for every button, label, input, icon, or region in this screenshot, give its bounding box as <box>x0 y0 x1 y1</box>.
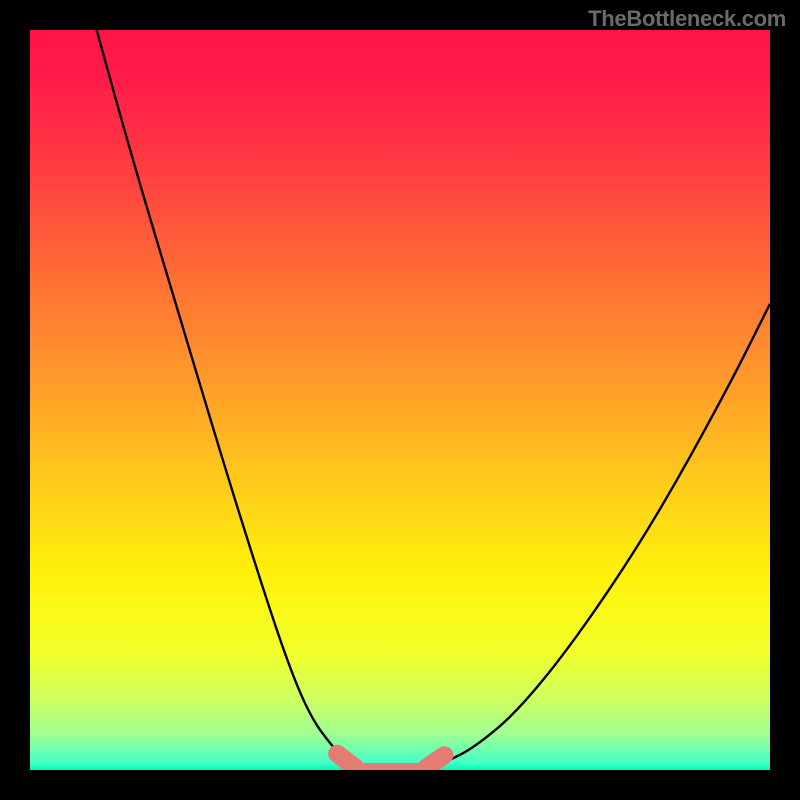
watermark-text: TheBottleneck.com <box>588 6 786 32</box>
chart-svg <box>30 30 770 770</box>
plot-area <box>30 30 770 770</box>
bottleneck-curve <box>97 30 770 770</box>
chart-frame: TheBottleneck.com <box>0 0 800 800</box>
